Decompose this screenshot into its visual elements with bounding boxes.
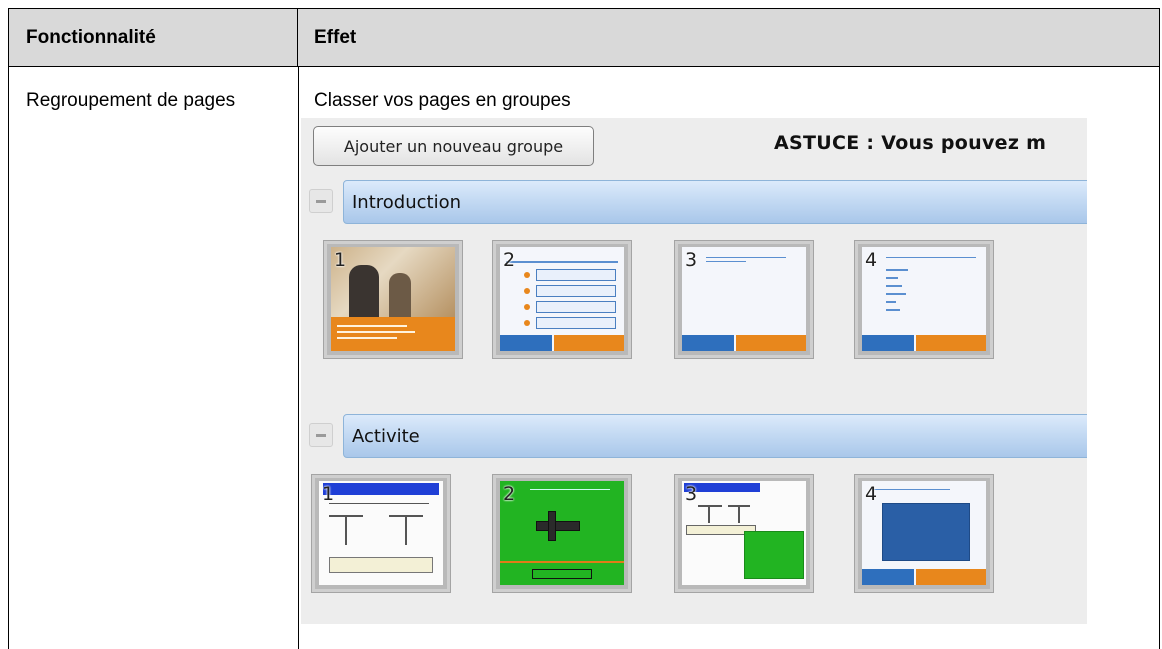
page-number: 3 bbox=[685, 483, 698, 505]
slide-preview bbox=[682, 481, 806, 585]
page-thumbnail[interactable]: 1 bbox=[323, 240, 463, 359]
effect-cell: Classer vos pages en groupes bbox=[314, 90, 571, 111]
page-number: 4 bbox=[865, 483, 878, 505]
page-thumbnail[interactable]: 2 bbox=[492, 474, 632, 593]
group-header-activite[interactable]: Activite bbox=[309, 414, 1087, 458]
page-thumbnail[interactable]: 2 bbox=[492, 240, 632, 359]
page-thumbnail[interactable]: 4 bbox=[854, 474, 994, 593]
group-band[interactable]: Introduction bbox=[343, 180, 1087, 224]
page-sorter-screenshot: Ajouter un nouveau groupe ASTUCE : Vous … bbox=[301, 118, 1087, 624]
slide-preview bbox=[862, 481, 986, 585]
page-number: 3 bbox=[685, 249, 698, 271]
page-thumbnail[interactable]: 3 bbox=[674, 240, 814, 359]
page-thumbnail[interactable]: 4 bbox=[854, 240, 994, 359]
feature-cell: Regroupement de pages bbox=[26, 90, 236, 111]
slide-preview bbox=[862, 247, 986, 351]
page-number: 1 bbox=[334, 249, 347, 271]
collapse-icon[interactable] bbox=[309, 189, 333, 213]
slide-preview bbox=[319, 481, 443, 585]
column-divider bbox=[298, 67, 299, 649]
tip-text: ASTUCE : Vous pouvez m bbox=[774, 132, 1047, 154]
slide-preview bbox=[500, 247, 624, 351]
page-number: 2 bbox=[503, 483, 516, 505]
group-header-introduction[interactable]: Introduction bbox=[309, 180, 1087, 224]
page-number: 1 bbox=[322, 483, 335, 505]
collapse-icon[interactable] bbox=[309, 423, 333, 447]
header-fonctionnalite: Fonctionnalité bbox=[9, 9, 298, 66]
slide-preview bbox=[331, 247, 455, 351]
group-band[interactable]: Activite bbox=[343, 414, 1087, 458]
group-name: Introduction bbox=[352, 192, 462, 213]
group-name: Activite bbox=[352, 426, 420, 447]
slide-preview bbox=[500, 481, 624, 585]
header-effet: Effet bbox=[314, 27, 357, 48]
page-thumbnail[interactable]: 3 bbox=[674, 474, 814, 593]
page-number: 4 bbox=[865, 249, 878, 271]
slide-preview bbox=[682, 247, 806, 351]
table-header: Fonctionnalité Effet bbox=[9, 9, 1159, 67]
page-number: 2 bbox=[503, 249, 516, 271]
add-group-button[interactable]: Ajouter un nouveau groupe bbox=[313, 126, 594, 166]
page-thumbnail[interactable]: 1 bbox=[311, 474, 451, 593]
